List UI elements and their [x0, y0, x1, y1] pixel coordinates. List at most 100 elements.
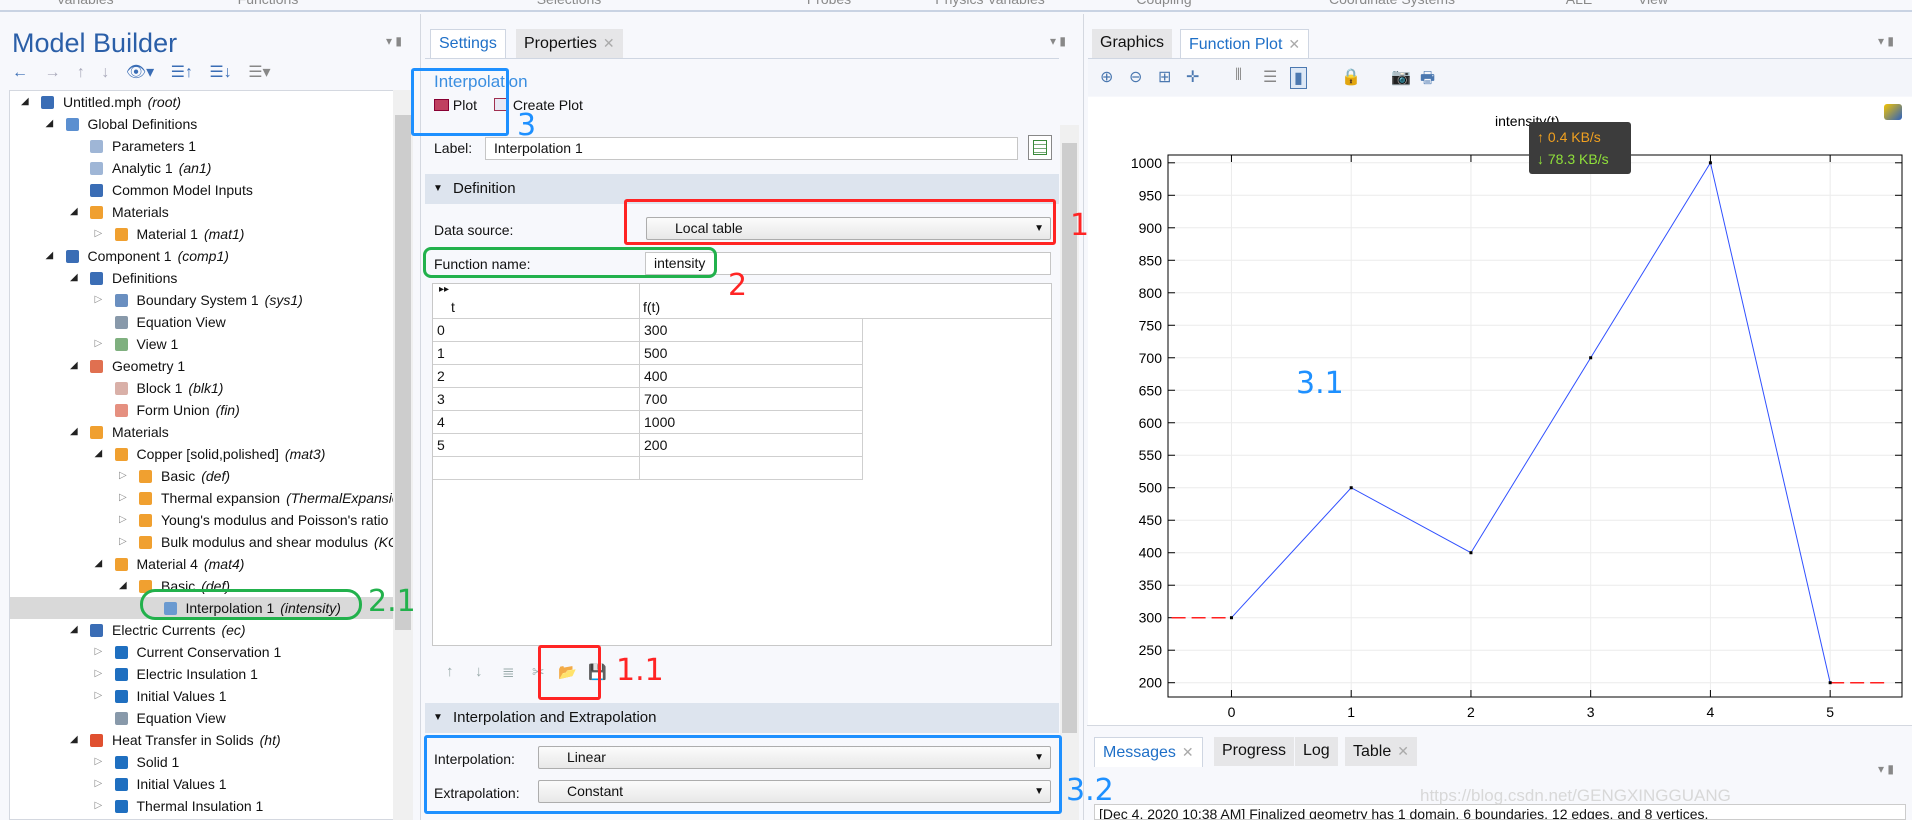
print-icon[interactable]: 🖶 — [1420, 67, 1435, 94]
reset-label-button[interactable] — [1028, 135, 1052, 160]
model-tree[interactable]: ◢ Untitled.mph (root) ◢ Global Definitions Pa… — [9, 90, 413, 820]
pin-icon[interactable]: ▾ ▮ — [1878, 762, 1894, 776]
collapsed-triangle-icon[interactable]: ▷ — [95, 685, 103, 707]
tree-item[interactable]: ◢ Untitled.mph (root) — [10, 91, 394, 113]
show-icon[interactable]: 👁▾ — [126, 64, 154, 81]
close-icon[interactable]: ✕ — [1288, 36, 1300, 52]
tree-item[interactable]: ▷ Basic (def) — [10, 465, 394, 487]
tree-item[interactable]: Analytic 1 (an1) — [10, 157, 394, 179]
expanded-triangle-icon[interactable]: ◢ — [95, 553, 103, 575]
tab-messages[interactable]: Messages ✕ — [1094, 737, 1203, 767]
table-cell[interactable]: 2 — [433, 365, 640, 388]
collapsed-triangle-icon[interactable]: ▷ — [95, 795, 103, 817]
ribbon-tab[interactable]: Coupling — [1136, 0, 1191, 7]
table-cell[interactable]: 300 — [640, 319, 863, 342]
tree-item[interactable]: ◢ Heat Transfer in Solids (ht) — [10, 729, 394, 751]
zoom-in-icon[interactable]: ⊕ — [1100, 67, 1113, 87]
ribbon-tab[interactable]: Probes — [807, 0, 851, 7]
tab-function-plot[interactable]: Function Plot ✕ — [1180, 29, 1310, 58]
table-cell[interactable]: 200 — [640, 434, 863, 457]
tab-settings[interactable]: Settings — [430, 29, 506, 58]
collapsed-triangle-icon[interactable]: ▷ — [119, 531, 127, 553]
tree-item[interactable]: ◢ Geometry 1 — [10, 355, 394, 377]
expanded-triangle-icon[interactable]: ◢ — [70, 201, 78, 223]
move-down-icon[interactable]: ↓ — [475, 663, 483, 680]
collapsed-triangle-icon[interactable]: ▷ — [95, 641, 103, 663]
zoom-out-icon[interactable]: ⊖ — [1129, 67, 1142, 87]
table-cell[interactable]: 1000 — [640, 411, 863, 434]
table-cell[interactable]: 3 — [433, 388, 640, 411]
tree-item[interactable]: ◢ Materials — [10, 201, 394, 223]
expanded-triangle-icon[interactable]: ◢ — [119, 575, 127, 597]
collapsed-triangle-icon[interactable]: ▷ — [95, 223, 103, 245]
table-cell[interactable]: 5 — [433, 434, 640, 457]
clear-table-icon[interactable]: ≣ — [502, 663, 515, 681]
close-icon[interactable]: ✕ — [603, 35, 615, 51]
expanded-triangle-icon[interactable]: ◢ — [70, 267, 78, 289]
tree-item[interactable]: Parameters 1 — [10, 135, 394, 157]
move-up-icon[interactable]: ↑ — [77, 64, 85, 81]
interpolation-extrapolation-header[interactable]: ▼ Interpolation and Extrapolation — [425, 703, 1059, 733]
interpolation-table[interactable]: ▸▸ t f(t) 0 300 1 500 2 400 3 700 4 1000 5 200 — [432, 283, 1052, 646]
tree-item[interactable]: ▷ Thermal expansion (ThermalExpansion) — [10, 487, 412, 509]
collapsed-triangle-icon[interactable]: ▷ — [95, 289, 103, 311]
tab-properties[interactable]: Properties ✕ — [516, 29, 623, 58]
column-header[interactable]: t — [451, 299, 455, 315]
forward-icon[interactable]: → — [44, 64, 60, 81]
expanded-triangle-icon[interactable]: ◢ — [21, 91, 29, 113]
label-input[interactable]: Interpolation 1 — [485, 137, 1018, 160]
column-header[interactable]: f(t) — [643, 299, 660, 315]
collapsed-triangle-icon[interactable]: ▷ — [95, 751, 103, 773]
table-cell[interactable] — [433, 457, 640, 480]
tree-item[interactable]: Equation View — [10, 707, 394, 729]
table-cell[interactable] — [640, 457, 863, 480]
tree-item[interactable]: Common Model Inputs — [10, 179, 394, 201]
zoom-box-icon[interactable]: ⊞ — [1158, 67, 1171, 87]
tree-item[interactable]: ◢ Global Definitions — [10, 113, 394, 135]
function-plot-chart[interactable]: intensity(t)2002503003504004505005506006… — [1087, 100, 1912, 720]
legend-toggle-icon[interactable]: ▮ — [1290, 67, 1307, 89]
camera-icon[interactable]: 📷 — [1391, 67, 1411, 87]
tree-item[interactable]: ▷ Electric Insulation 1 — [10, 663, 394, 685]
tree-item[interactable]: ◢ Electric Currents (ec) — [10, 619, 394, 641]
expanded-triangle-icon[interactable]: ◢ — [70, 729, 78, 751]
pin-icon[interactable]: ▾ ▮ — [386, 34, 402, 48]
tree-item[interactable]: ▷ Boundary System 1 (sys1) — [10, 289, 394, 311]
tree-item[interactable]: ◢ Material 4 (mat4) — [10, 553, 394, 575]
tree-item[interactable]: ▷ Bulk modulus and shear modulus (KG) — [10, 531, 404, 553]
tree-item[interactable]: ▷ Current Conservation 1 — [10, 641, 394, 663]
tree-item[interactable]: ◢ Component 1 (comp1) — [10, 245, 394, 267]
tree-scrollbar-thumb[interactable] — [395, 115, 411, 630]
table-cell[interactable]: 1 — [433, 342, 640, 365]
tree-item[interactable]: ▷ Young's modulus and Poisson's ratio — [10, 509, 394, 531]
ribbon-tab[interactable]: Variables — [56, 0, 113, 7]
tree-item[interactable]: ◢ Definitions — [10, 267, 394, 289]
expanded-triangle-icon[interactable]: ◢ — [70, 355, 78, 377]
move-down-icon[interactable]: ↓ — [101, 64, 109, 81]
close-icon[interactable]: ✕ — [1182, 744, 1194, 760]
ribbon-tab[interactable]: Selections — [537, 0, 602, 7]
table-cell[interactable]: 400 — [640, 365, 863, 388]
expanded-triangle-icon[interactable]: ◢ — [95, 443, 103, 465]
lock-icon[interactable]: 🔒 — [1341, 67, 1361, 87]
tree-item[interactable]: ◢ Copper [solid,polished] (mat3) — [10, 443, 394, 465]
back-icon[interactable]: ← — [12, 64, 28, 81]
ribbon-tab[interactable]: ALE — [1566, 0, 1592, 7]
ribbon-tab[interactable]: Physics Variables — [935, 0, 1044, 7]
ribbon-tab[interactable]: Coordinate Systems — [1329, 0, 1455, 7]
close-icon[interactable]: ✕ — [1397, 743, 1409, 759]
tree-item[interactable]: ▷ Initial Values 1 — [10, 685, 394, 707]
tree-item[interactable]: Form Union (fin) — [10, 399, 394, 421]
tree-item[interactable]: Equation View — [10, 311, 394, 333]
pin-icon[interactable]: ▾ ▮ — [1878, 34, 1894, 48]
table-cell[interactable]: 500 — [640, 342, 863, 365]
x-grid-icon[interactable]: ⦀ — [1235, 67, 1242, 85]
tree-item[interactable]: ◢ Materials — [10, 421, 394, 443]
tab-progress[interactable]: Progress — [1214, 737, 1295, 766]
tab-table[interactable]: Table ✕ — [1345, 737, 1417, 766]
table-cell[interactable]: 4 — [433, 411, 640, 434]
tree-item[interactable]: ▷ Material 1 (mat1) — [10, 223, 394, 245]
collapsed-triangle-icon[interactable]: ▷ — [95, 333, 103, 355]
fast-forward-icon[interactable]: ▸▸ — [439, 284, 449, 295]
collapsed-triangle-icon[interactable]: ▷ — [119, 509, 127, 531]
